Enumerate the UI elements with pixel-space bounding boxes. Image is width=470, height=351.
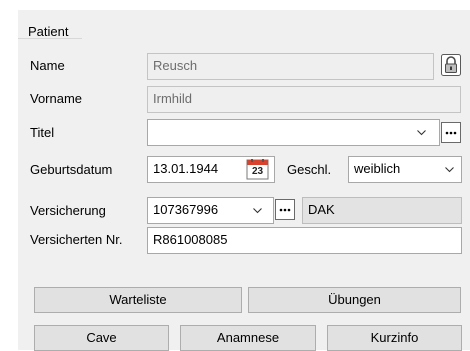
titel-label: Titel [30,125,55,140]
chevron-down-icon[interactable] [445,165,454,174]
ellipsis-icon [445,131,457,134]
versicherten-nr-label: Versicherten Nr. [30,232,123,247]
ellipsis-icon [279,208,291,211]
versicherung-label: Versicherung [30,203,106,218]
vorname-field[interactable]: Irmhild [147,86,461,113]
padlock-icon[interactable] [440,53,462,77]
chevron-down-icon[interactable] [417,128,426,137]
cave-button[interactable]: Cave [34,325,169,351]
titel-more-button[interactable] [441,122,461,143]
geschlecht-label: Geschl. [287,162,332,177]
versicherten-nr-field[interactable]: R861008085 [147,227,462,254]
name-field[interactable]: Reusch [147,53,434,80]
group-title: Patient [28,24,69,39]
kurzinfo-button[interactable]: Kurzinfo [327,325,462,351]
versicherung-more-button[interactable] [275,199,295,220]
warteliste-button[interactable]: Warteliste [34,287,242,313]
anamnese-button[interactable]: Anamnese [180,325,316,351]
name-label: Name [30,58,65,73]
calendar-icon[interactable]: 23 [246,159,269,180]
chevron-down-icon[interactable] [253,206,262,215]
calendar-day: 23 [251,166,264,177]
uebungen-button[interactable]: Übungen [248,287,461,313]
titel-select[interactable] [147,119,440,146]
versicherung-name-field[interactable]: DAK [302,197,462,224]
geburtsdatum-label: Geburtsdatum [30,162,113,177]
vorname-label: Vorname [30,91,83,106]
